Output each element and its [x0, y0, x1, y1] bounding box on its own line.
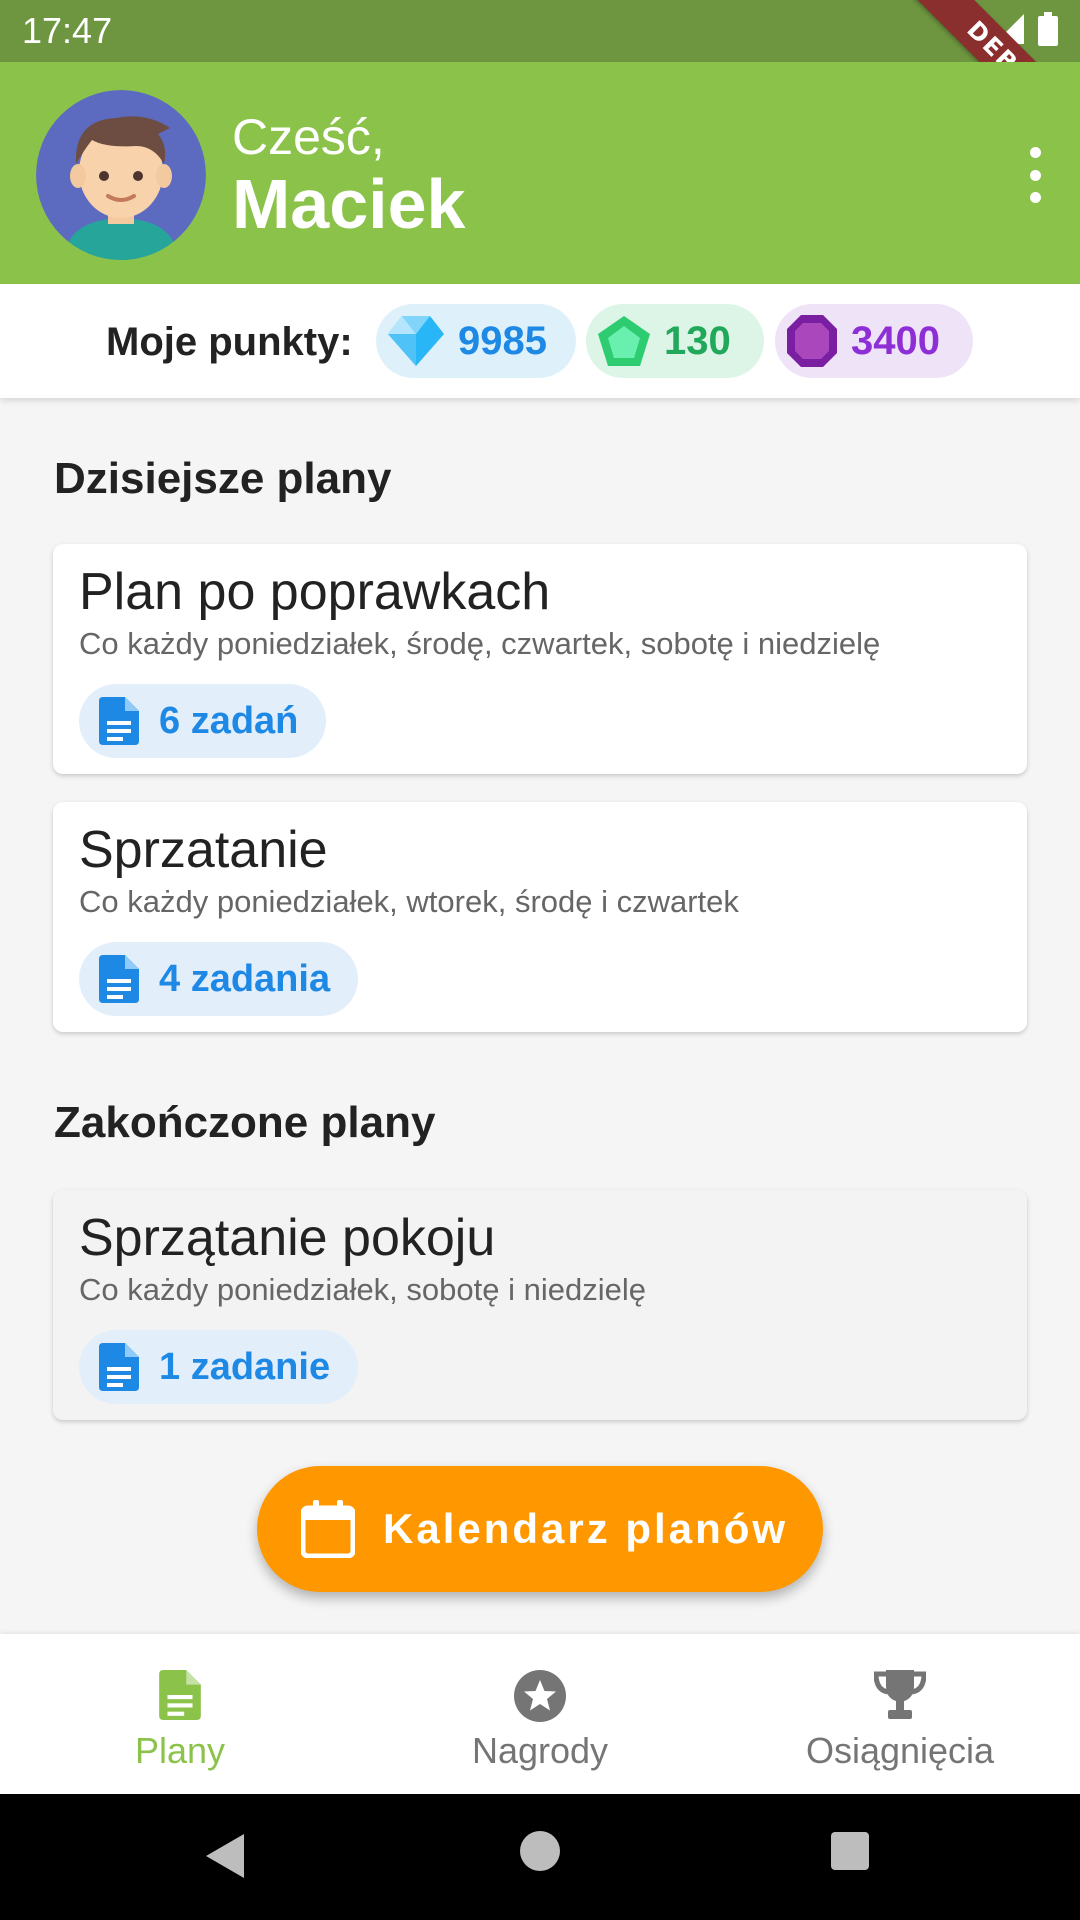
status-time: 17:47 [22, 10, 113, 51]
finished-plans-title: Zakończone plany [54, 1098, 436, 1147]
avatar[interactable] [36, 90, 206, 260]
task-count-chip: 6 zadań [79, 684, 327, 758]
trophy-icon [874, 1670, 926, 1719]
plan-name: Plan po poprawkach [79, 563, 551, 621]
system-navigation-bar [0, 1794, 1080, 1920]
document-icon [159, 1670, 201, 1720]
bottom-navigation: Plany Nagrody Osiągnięcia [0, 1634, 1080, 1794]
nav-label-plans: Plany [134, 1730, 226, 1771]
home-icon[interactable] [520, 1831, 560, 1871]
points-purple-value: 3400 [851, 318, 940, 363]
plan-schedule: Co każdy poniedziałek, środę, czwartek, … [79, 626, 881, 661]
blue-gem-icon [388, 316, 444, 366]
calendar-button[interactable]: Kalendarz planów [257, 1466, 823, 1592]
plan-schedule: Co każdy poniedziałek, sobotę i niedziel… [79, 1272, 646, 1307]
calendar-icon [301, 1500, 355, 1558]
user-name: Maciek [232, 165, 466, 243]
star-icon [514, 1670, 566, 1722]
points-chip-purple: 3400 [775, 304, 973, 378]
plan-name: Sprzatanie [79, 821, 328, 879]
battery-icon [1038, 12, 1058, 46]
plan-card[interactable]: Plan po poprawkach Co każdy poniedziałek… [53, 544, 1027, 774]
document-icon [99, 955, 139, 1003]
nav-item-plans[interactable]: Plany [0, 1634, 360, 1794]
document-icon [99, 697, 139, 745]
plan-name: Sprzątanie pokoju [79, 1209, 496, 1267]
nav-item-rewards[interactable]: Nagrody [360, 1634, 720, 1794]
today-plans-title: Dzisiejsze plany [54, 454, 392, 503]
nav-label-achievements: Osiągnięcia [805, 1730, 995, 1771]
points-blue-value: 9985 [458, 318, 547, 363]
app-bar: Cześć, Maciek [0, 62, 1080, 284]
task-count: 4 zadania [159, 957, 331, 1000]
points-chip-green: 130 [586, 304, 764, 378]
plan-schedule: Co każdy poniedziałek, wtorek, środę i c… [79, 884, 739, 919]
points-label: Moje punkty: [106, 320, 353, 364]
points-green-value: 130 [664, 318, 731, 363]
points-chip-blue: 9985 [376, 304, 576, 378]
task-count: 1 zadanie [159, 1345, 331, 1388]
calendar-button-label: Kalendarz planów [383, 1505, 789, 1552]
nav-item-achievements[interactable]: Osiągnięcia [720, 1634, 1080, 1794]
nav-label-rewards: Nagrody [471, 1730, 609, 1771]
document-icon [99, 1343, 139, 1391]
task-count-chip: 1 zadanie [79, 1330, 359, 1404]
plan-card-finished[interactable]: Sprzątanie pokoju Co każdy poniedziałek,… [53, 1190, 1027, 1420]
back-icon[interactable] [206, 1834, 244, 1878]
task-count: 6 zadań [159, 699, 299, 742]
green-gem-icon [598, 316, 650, 366]
status-bar: 17:47 [0, 0, 1080, 62]
avatar-icon [36, 90, 206, 260]
purple-gem-icon [787, 315, 837, 367]
points-bar: Moje punkty: 9985 130 3400 [0, 284, 1080, 398]
recent-apps-icon[interactable] [831, 1832, 869, 1870]
more-options-icon[interactable] [1020, 147, 1050, 203]
greeting-text: Cześć, [232, 109, 385, 165]
plan-card[interactable]: Sprzatanie Co każdy poniedziałek, wtorek… [53, 802, 1027, 1032]
task-count-chip: 4 zadania [79, 942, 359, 1016]
